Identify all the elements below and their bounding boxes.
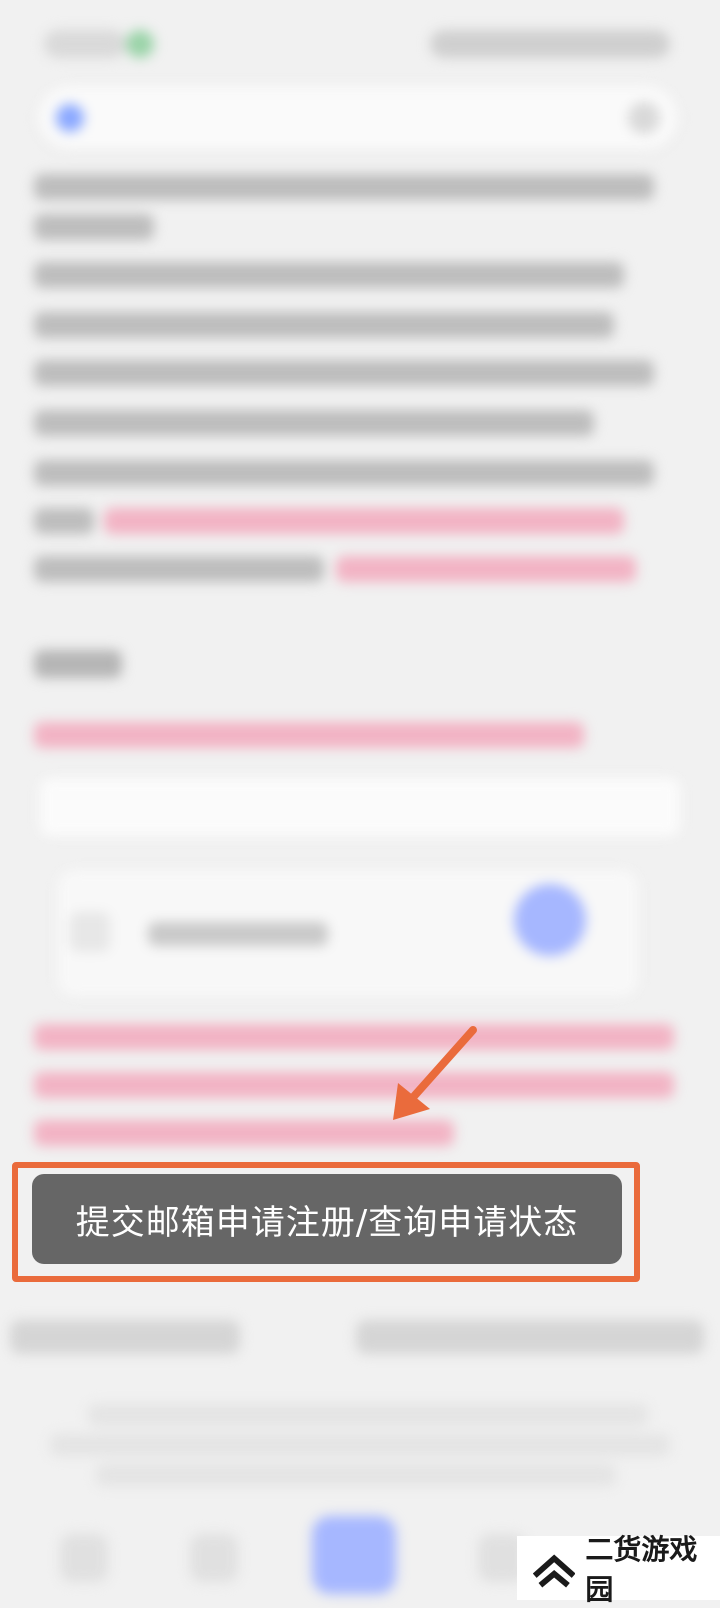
status-time-placeholder xyxy=(44,30,126,58)
text-line xyxy=(34,556,324,582)
status-icons-placeholder xyxy=(430,30,670,58)
status-indicator xyxy=(126,30,154,58)
watermark: 二货游戏园 xyxy=(517,1533,720,1606)
blurred-background xyxy=(0,0,720,1600)
section-title xyxy=(34,650,122,678)
text-line xyxy=(34,214,154,240)
text-line xyxy=(34,262,624,288)
warning-line xyxy=(34,1072,674,1098)
text-line xyxy=(34,312,614,338)
link-line[interactable] xyxy=(336,556,636,582)
footer-text xyxy=(50,1434,670,1456)
watermark-text: 二货游戏园 xyxy=(585,1533,698,1606)
arrow-down-left-icon xyxy=(393,1026,477,1120)
search-bar[interactable] xyxy=(38,86,678,150)
text-line xyxy=(34,508,94,534)
link-line[interactable] xyxy=(104,508,624,534)
nav-favorite-button[interactable] xyxy=(190,1534,238,1582)
text-line xyxy=(34,174,654,200)
footer-text xyxy=(96,1464,616,1486)
notice-line xyxy=(34,722,584,748)
footer-menu-right[interactable] xyxy=(356,1320,704,1354)
status-bar xyxy=(0,0,720,80)
text-line xyxy=(34,360,654,386)
email-input[interactable] xyxy=(40,778,680,836)
chevron-up-logo-icon xyxy=(533,1554,576,1588)
footer-text xyxy=(88,1404,648,1426)
captcha-text xyxy=(148,922,328,946)
captcha-widget[interactable] xyxy=(58,870,638,996)
text-line xyxy=(34,410,594,436)
nav-back-button[interactable] xyxy=(60,1534,108,1582)
menu-icon[interactable] xyxy=(628,102,660,134)
warning-line xyxy=(34,1024,674,1050)
footer-menu-left[interactable] xyxy=(10,1320,240,1354)
submit-email-registration-button[interactable]: 提交邮箱申请注册/查询申请状态 xyxy=(32,1174,622,1264)
captcha-logo xyxy=(514,884,586,956)
nav-home-button[interactable] xyxy=(312,1516,396,1594)
text-line xyxy=(34,460,654,486)
captcha-checkbox[interactable] xyxy=(70,912,110,952)
search-icon xyxy=(56,104,84,132)
